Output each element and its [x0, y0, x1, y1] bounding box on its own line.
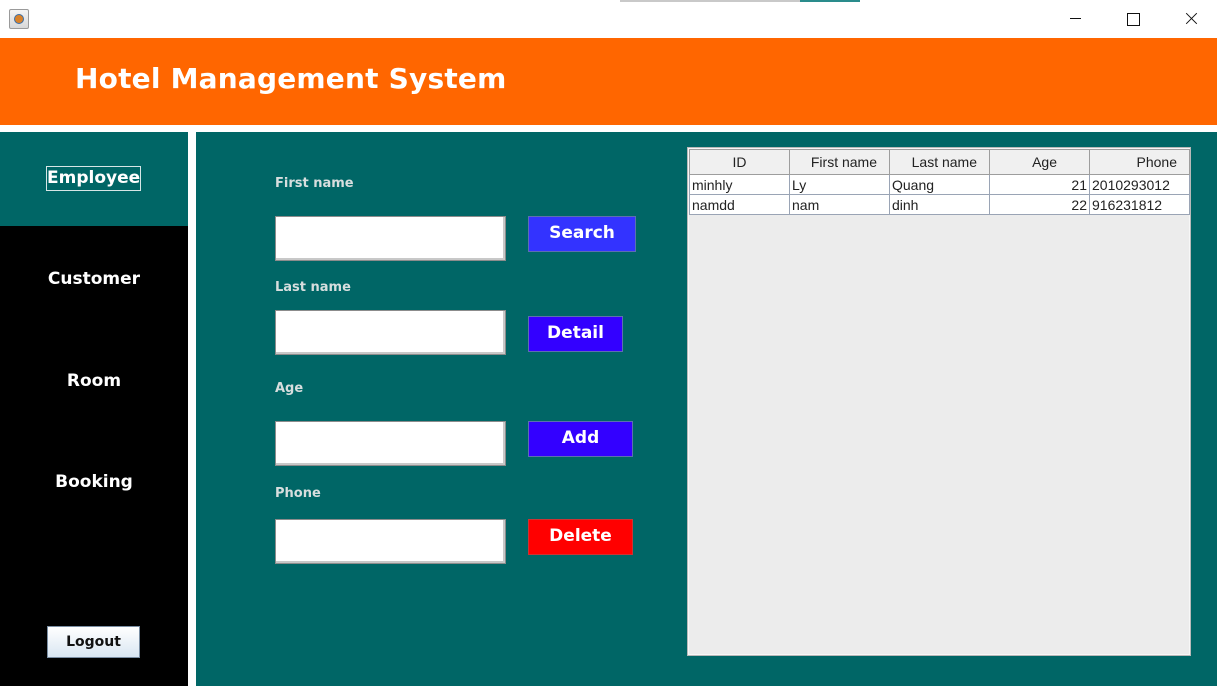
logout-button[interactable]: Logout [47, 626, 140, 658]
cell-first-name: nam [789, 194, 890, 215]
cell-phone: 916231812 [1089, 194, 1190, 215]
sidebar-item-label: Employee [46, 166, 141, 191]
title-bar-accent [620, 0, 800, 2]
column-header-last-name[interactable]: Last name [889, 149, 990, 175]
employee-table[interactable]: ID First name Last name Age Phone minhly… [687, 147, 1191, 656]
first-name-label: First name [275, 176, 354, 191]
delete-button[interactable]: Delete [528, 519, 633, 555]
column-header-phone[interactable]: Phone [1089, 149, 1190, 175]
add-button[interactable]: Add [528, 421, 633, 457]
cell-first-name: Ly [789, 174, 890, 195]
title-bar [0, 0, 1217, 38]
employee-grid: ID First name Last name Age Phone minhly… [689, 149, 1190, 215]
cell-age: 21 [989, 174, 1090, 195]
sidebar: Employee Customer Room Booking Logout [0, 132, 188, 686]
employee-panel: First name Last name Age Phone Search De… [196, 132, 1217, 686]
app-header: Hotel Management System [0, 38, 1217, 125]
table-header-row: ID First name Last name Age Phone [689, 149, 1190, 175]
cell-phone: 2010293012 [1089, 174, 1190, 195]
java-app-icon[interactable] [9, 9, 29, 29]
phone-label: Phone [275, 486, 321, 501]
last-name-label: Last name [275, 280, 351, 295]
sidebar-item-customer[interactable]: Customer [0, 269, 188, 289]
app-title: Hotel Management System [75, 62, 507, 95]
cell-id: namdd [689, 194, 790, 215]
age-label: Age [275, 381, 304, 396]
cell-id: minhly [689, 174, 790, 195]
detail-button[interactable]: Detail [528, 316, 623, 352]
first-name-field[interactable] [275, 216, 506, 261]
cell-last-name: Quang [889, 174, 990, 195]
cell-age: 22 [989, 194, 1090, 215]
table-row[interactable]: namdd nam dinh 22 916231812 [689, 194, 1190, 215]
sidebar-item-room[interactable]: Room [0, 371, 188, 391]
maximize-icon[interactable] [1104, 0, 1162, 38]
minimize-icon[interactable] [1046, 0, 1104, 38]
phone-field[interactable] [275, 519, 506, 564]
app-window: Hotel Management System Employee Custome… [0, 0, 1217, 686]
column-header-first-name[interactable]: First name [789, 149, 890, 175]
column-header-id[interactable]: ID [689, 149, 790, 175]
sidebar-item-booking[interactable]: Booking [0, 472, 188, 492]
column-header-age[interactable]: Age [989, 149, 1090, 175]
title-bar-accent [800, 0, 860, 2]
table-row[interactable]: minhly Ly Quang 21 2010293012 [689, 174, 1190, 195]
age-field[interactable] [275, 421, 506, 466]
cell-last-name: dinh [889, 194, 990, 215]
last-name-field[interactable] [275, 310, 506, 355]
search-button[interactable]: Search [528, 216, 636, 252]
close-icon[interactable] [1162, 0, 1217, 38]
sidebar-item-employee[interactable]: Employee [0, 132, 188, 226]
